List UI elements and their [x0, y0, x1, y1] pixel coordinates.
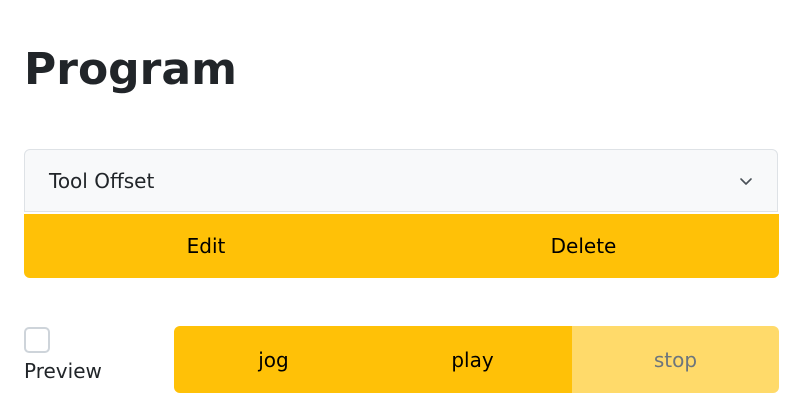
program-actions: Edit Delete: [24, 214, 779, 278]
jog-button[interactable]: jog: [174, 326, 373, 393]
page: Program Tool Offset Edit Delete Preview …: [0, 0, 800, 408]
delete-button[interactable]: Delete: [388, 214, 779, 278]
play-button[interactable]: play: [373, 326, 572, 393]
preview-label: Preview: [24, 359, 102, 383]
chevron-down-icon: [739, 174, 753, 188]
program-select[interactable]: Tool Offset: [24, 149, 778, 212]
program-select-value: Tool Offset: [49, 168, 155, 193]
motion-controls: jog play stop: [174, 326, 779, 393]
preview-checkbox[interactable]: [24, 327, 50, 353]
edit-button[interactable]: Edit: [24, 214, 388, 278]
preview-toggle[interactable]: Preview: [24, 327, 102, 383]
stop-button[interactable]: stop: [572, 326, 779, 393]
page-title: Program: [24, 44, 237, 95]
